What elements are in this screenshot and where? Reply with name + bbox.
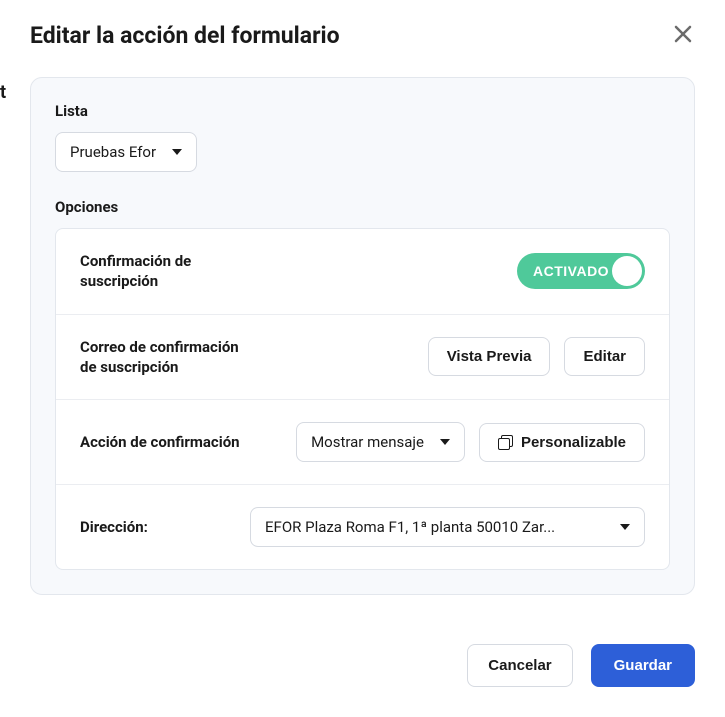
toggle-knob [612,256,642,286]
preview-button[interactable]: Vista Previa [428,337,551,376]
close-icon [671,22,695,46]
settings-panel: Lista Pruebas Efor Opciones Confirmación… [30,77,695,595]
edit-button[interactable]: Editar [564,337,645,376]
cancel-button[interactable]: Cancelar [467,644,572,687]
subscription-confirmation-row: Confirmación de suscripción ACTIVADO [56,229,669,315]
chevron-down-icon [620,524,630,530]
confirmation-action-dropdown[interactable]: Mostrar mensaje [296,422,465,462]
list-section: Lista Pruebas Efor [55,102,670,172]
confirmation-action-row: Acción de confirmación Mostrar mensaje P… [56,400,669,485]
customize-button-label: Personalizable [521,434,626,451]
confirmation-email-label: Correo de confirmación de suscripción [80,337,250,378]
list-dropdown[interactable]: Pruebas Efor [55,132,197,172]
modal-title: Editar la acción del formulario [30,22,340,49]
modal-header: Editar la acción del formulario [30,22,695,49]
list-label: Lista [55,102,670,120]
subscription-confirmation-toggle[interactable]: ACTIVADO [517,253,645,289]
copy-icon [498,435,513,450]
close-button[interactable] [671,22,695,46]
chevron-down-icon [440,439,450,445]
address-label: Dirección: [80,517,148,537]
background-fragment: t [0,82,6,103]
save-button[interactable]: Guardar [591,644,695,687]
chevron-down-icon [172,149,182,155]
options-label: Opciones [55,198,670,216]
confirmation-action-label: Acción de confirmación [80,432,240,452]
address-row: Dirección: EFOR Plaza Roma F1, 1ª planta… [56,485,669,569]
toggle-state-label: ACTIVADO [517,263,609,279]
address-value: EFOR Plaza Roma F1, 1ª planta 50010 Zar.… [265,518,555,536]
confirmation-action-value: Mostrar mensaje [311,433,424,451]
customize-button[interactable]: Personalizable [479,423,645,462]
confirmation-email-buttons: Vista Previa Editar [428,337,645,376]
list-dropdown-value: Pruebas Efor [70,143,156,161]
subscription-confirmation-label: Confirmación de suscripción [80,251,250,292]
confirmation-email-row: Correo de confirmación de suscripción Vi… [56,315,669,401]
options-card: Confirmación de suscripción ACTIVADO Cor… [55,228,670,570]
edit-form-action-modal: Editar la acción del formulario Lista Pr… [0,0,725,717]
modal-footer: Cancelar Guardar [30,600,695,687]
address-dropdown[interactable]: EFOR Plaza Roma F1, 1ª planta 50010 Zar.… [250,507,645,547]
confirmation-action-controls: Mostrar mensaje Personalizable [296,422,645,462]
